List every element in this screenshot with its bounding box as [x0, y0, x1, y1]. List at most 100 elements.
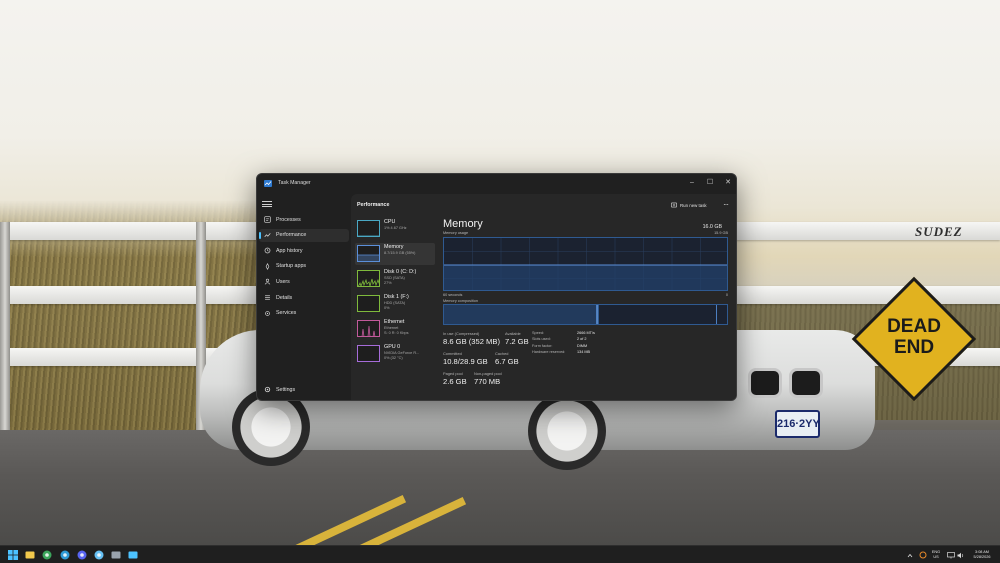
device-disk-1-f[interactable]: Disk 1 (F:) HDD (SATA) 0%: [355, 293, 435, 315]
device-thumbnail-graph: [357, 295, 380, 312]
memory-specs: Speed: 2666 MT/s Slots used: 2 of 2 Form fac…: [532, 331, 617, 354]
device-name: CPU: [384, 219, 396, 225]
stat-committed: Committed 10.8/28.9 GB: [443, 351, 488, 366]
device-cpu[interactable]: CPU 1% 4.67 GHz: [355, 218, 435, 240]
nav-item-processes[interactable]: Processes: [259, 213, 349, 226]
device-thumbnail-graph: [357, 270, 380, 287]
device-thumbnail-graph: [357, 245, 380, 262]
language-line2: US: [933, 555, 939, 559]
wallpaper-car-grille: [789, 368, 823, 398]
device-disk-0-c-d[interactable]: Disk 0 (C: D:) SSD (SATA) 27%: [355, 268, 435, 290]
nav-item-details[interactable]: Details: [259, 291, 349, 304]
spec-label: Slots used:: [532, 337, 551, 342]
title-bar[interactable]: Task Manager – ☐ ✕: [257, 174, 736, 194]
stat-label: Paged pool: [443, 371, 463, 376]
language-indicator[interactable]: ENG US: [929, 550, 943, 560]
spec-label: Form factor:: [532, 343, 553, 348]
spec-value: DIMM: [577, 343, 588, 348]
tray-app-icon[interactable]: [917, 549, 929, 561]
window-title: Task Manager: [278, 180, 311, 186]
edge-icon[interactable]: [59, 549, 71, 561]
nav-item-label: Users: [276, 278, 290, 285]
nav-item-app-history[interactable]: App history: [259, 244, 349, 257]
file-explorer-icon[interactable]: [24, 549, 36, 561]
performance-icon: [263, 231, 271, 239]
steam-icon[interactable]: [93, 549, 105, 561]
stat-paged-pool: Paged pool 2.6 GB: [443, 371, 467, 386]
wallpaper-car-grille: [748, 368, 782, 398]
spec-label: Hardware reserved:: [532, 349, 566, 354]
start-icon[interactable]: [7, 549, 19, 561]
page-title: Performance: [357, 202, 390, 208]
device-memory[interactable]: Memory 8.7/15.9 GB (55%): [355, 243, 435, 265]
task-manager-window: Task Manager – ☐ ✕ Processes Performance A…: [256, 173, 737, 401]
clock[interactable]: 3:08 AM 5/28/2026: [966, 550, 998, 560]
details-icon: [263, 294, 271, 302]
app-icon[interactable]: [110, 549, 122, 561]
memory-composition-bar[interactable]: [443, 304, 728, 325]
close-button[interactable]: ✕: [719, 176, 736, 188]
processes-icon: [263, 216, 271, 224]
more-options-button[interactable]: ···: [723, 200, 729, 209]
stat-label: Available: [505, 331, 521, 336]
composition-in-use: [444, 305, 597, 324]
memory-detail-panel: Memory 16.0 GB Memory usage 15.9 GB 60 s…: [443, 218, 730, 400]
wallpaper-graffiti: SUDEZ: [915, 224, 963, 239]
device-name: Memory: [384, 244, 404, 250]
nav-settings[interactable]: Settings: [259, 383, 349, 396]
memory-total: 16.0 GB: [702, 224, 722, 230]
task-manager-icon[interactable]: [127, 549, 139, 563]
users-icon: [263, 278, 271, 286]
device-gpu-0[interactable]: GPU 0 NVIDIA GeForce R... 0% (32 °C): [355, 343, 435, 365]
device-name: GPU 0: [384, 344, 401, 350]
navigation-pane: Processes Performance App history Startup a…: [257, 194, 351, 400]
nav-item-label: App history: [276, 247, 303, 254]
nav-item-startup-apps[interactable]: Startup apps: [259, 260, 349, 273]
sign-line1: DEAD: [887, 316, 941, 337]
chrome-icon[interactable]: [41, 549, 53, 561]
memory-usage-label: Memory usage: [443, 231, 469, 235]
device-detail-line1: HDD (SATA): [384, 301, 406, 305]
nav-item-performance[interactable]: Performance: [259, 228, 349, 242]
page-header: Performance Run new task ···: [351, 194, 736, 215]
device-name: Disk 1 (F:): [384, 294, 409, 300]
memory-composition-label: Memory composition: [443, 299, 479, 303]
device-detail-line1: 1% 4.67 GHz: [384, 226, 407, 230]
run-new-task-button[interactable]: Run new task: [671, 201, 707, 209]
taskbar: ENG US 3:08 AM 5/28/2026: [0, 545, 1000, 563]
device-detail-line1: 8.7/15.9 GB (55%): [384, 251, 416, 255]
stat-value: 8.6 GB (352 MB): [443, 337, 500, 346]
discord-icon[interactable]: [76, 549, 88, 561]
show-hidden-icons-icon[interactable]: [904, 549, 916, 561]
device-detail-line2: S: 0 R: 0 Kbps: [384, 331, 409, 335]
nav-item-label: Services: [276, 310, 297, 317]
stat-value: 2.6 GB: [443, 377, 467, 386]
startup-apps-icon: [263, 262, 271, 270]
device-detail-line1: NVIDIA GeForce R...: [384, 351, 420, 355]
run-new-task-label: Run new task: [680, 202, 707, 208]
stat-label: Non-paged pool: [474, 371, 502, 376]
device-detail-line2: 0%: [384, 306, 390, 310]
stat-label: Committed: [443, 351, 462, 356]
nav-item-users[interactable]: Users: [259, 275, 349, 288]
device-detail-line1: Ethernet: [384, 326, 399, 330]
spec-value: 134 MB: [577, 349, 591, 354]
settings-label: Settings: [276, 386, 296, 393]
nav-item-services[interactable]: Services: [259, 307, 349, 320]
stat-cached: Cached 6.7 GB: [495, 351, 519, 366]
device-detail-line1: SSD (SATA): [384, 276, 405, 280]
device-detail-line2: 27%: [384, 281, 392, 285]
memory-title: Memory: [443, 218, 483, 230]
task-manager-icon: [264, 180, 272, 187]
hamburger-menu-icon[interactable]: [262, 199, 272, 209]
memory-usage-max: 15.9 GB: [714, 231, 728, 235]
device-thumbnail-graph: [357, 345, 380, 362]
device-name: Ethernet: [384, 319, 405, 325]
minimize-button[interactable]: –: [683, 176, 701, 188]
stat-label: Cached: [495, 351, 509, 356]
memory-usage-svg: [444, 238, 727, 290]
device-thumbnail-graph: [357, 220, 380, 237]
device-ethernet[interactable]: Ethernet Ethernet S: 0 R: 0 Kbps: [355, 318, 435, 340]
maximize-button[interactable]: ☐: [701, 176, 719, 188]
nav-item-label: Performance: [276, 232, 307, 239]
